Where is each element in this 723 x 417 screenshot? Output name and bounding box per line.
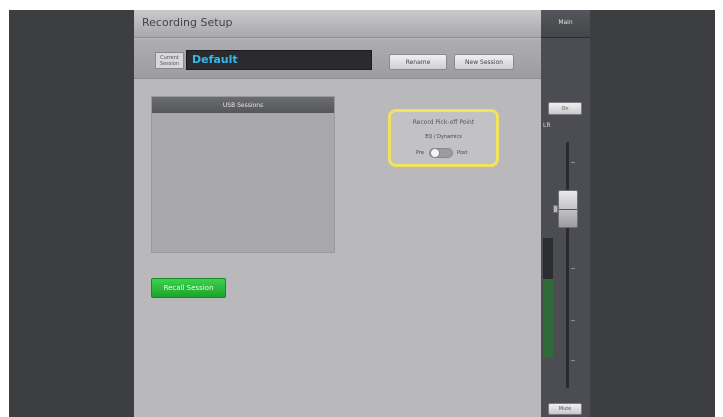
meter-fill — [543, 279, 553, 358]
recording-setup-panel: Recording Setup Current Session Default … — [134, 10, 541, 417]
usb-sessions-list[interactable]: USB Sessions — [151, 96, 335, 253]
toggle-knob[interactable] — [430, 148, 440, 158]
page-title: Recording Setup — [142, 16, 233, 29]
lr-label: LR — [543, 122, 551, 129]
fader-tick — [571, 268, 575, 269]
rename-button[interactable]: Rename — [389, 54, 447, 70]
fader-tick — [571, 360, 575, 361]
pickoff-subtitle: EQ / Dynamics — [425, 134, 462, 140]
current-session-label: Current Session — [155, 52, 184, 69]
session-bar: Current Session Default Rename New Sessi… — [134, 39, 541, 79]
level-meter — [543, 238, 553, 358]
mute-button[interactable]: Mute — [548, 403, 582, 415]
fader-tick — [571, 162, 575, 163]
panel-header: Recording Setup — [134, 10, 541, 38]
post-label: Post — [457, 150, 468, 156]
master-strip: Main On LR Mute — [541, 10, 590, 417]
master-header: Main — [541, 10, 590, 38]
mixer-app: Recording Setup Current Session Default … — [9, 10, 715, 417]
pre-label: Pre — [416, 150, 424, 156]
lr-on-button[interactable]: On — [548, 102, 582, 115]
fader-cap-line — [559, 209, 577, 210]
fader-track[interactable] — [566, 142, 569, 388]
recall-session-button[interactable]: Recall Session — [151, 278, 226, 298]
master-label: Main — [558, 19, 573, 26]
pickoff-title: Record Pick-off Point — [412, 119, 475, 126]
master-fader[interactable] — [558, 190, 578, 228]
usb-sessions-header: USB Sessions — [152, 97, 334, 113]
new-session-button[interactable]: New Session — [454, 54, 514, 70]
pickoff-point-group: Record Pick-off Point EQ / Dynamics Pre … — [388, 109, 499, 167]
pre-post-toggle[interactable] — [429, 148, 453, 158]
session-name-field[interactable]: Default — [186, 50, 372, 70]
fader-tick — [571, 320, 575, 321]
